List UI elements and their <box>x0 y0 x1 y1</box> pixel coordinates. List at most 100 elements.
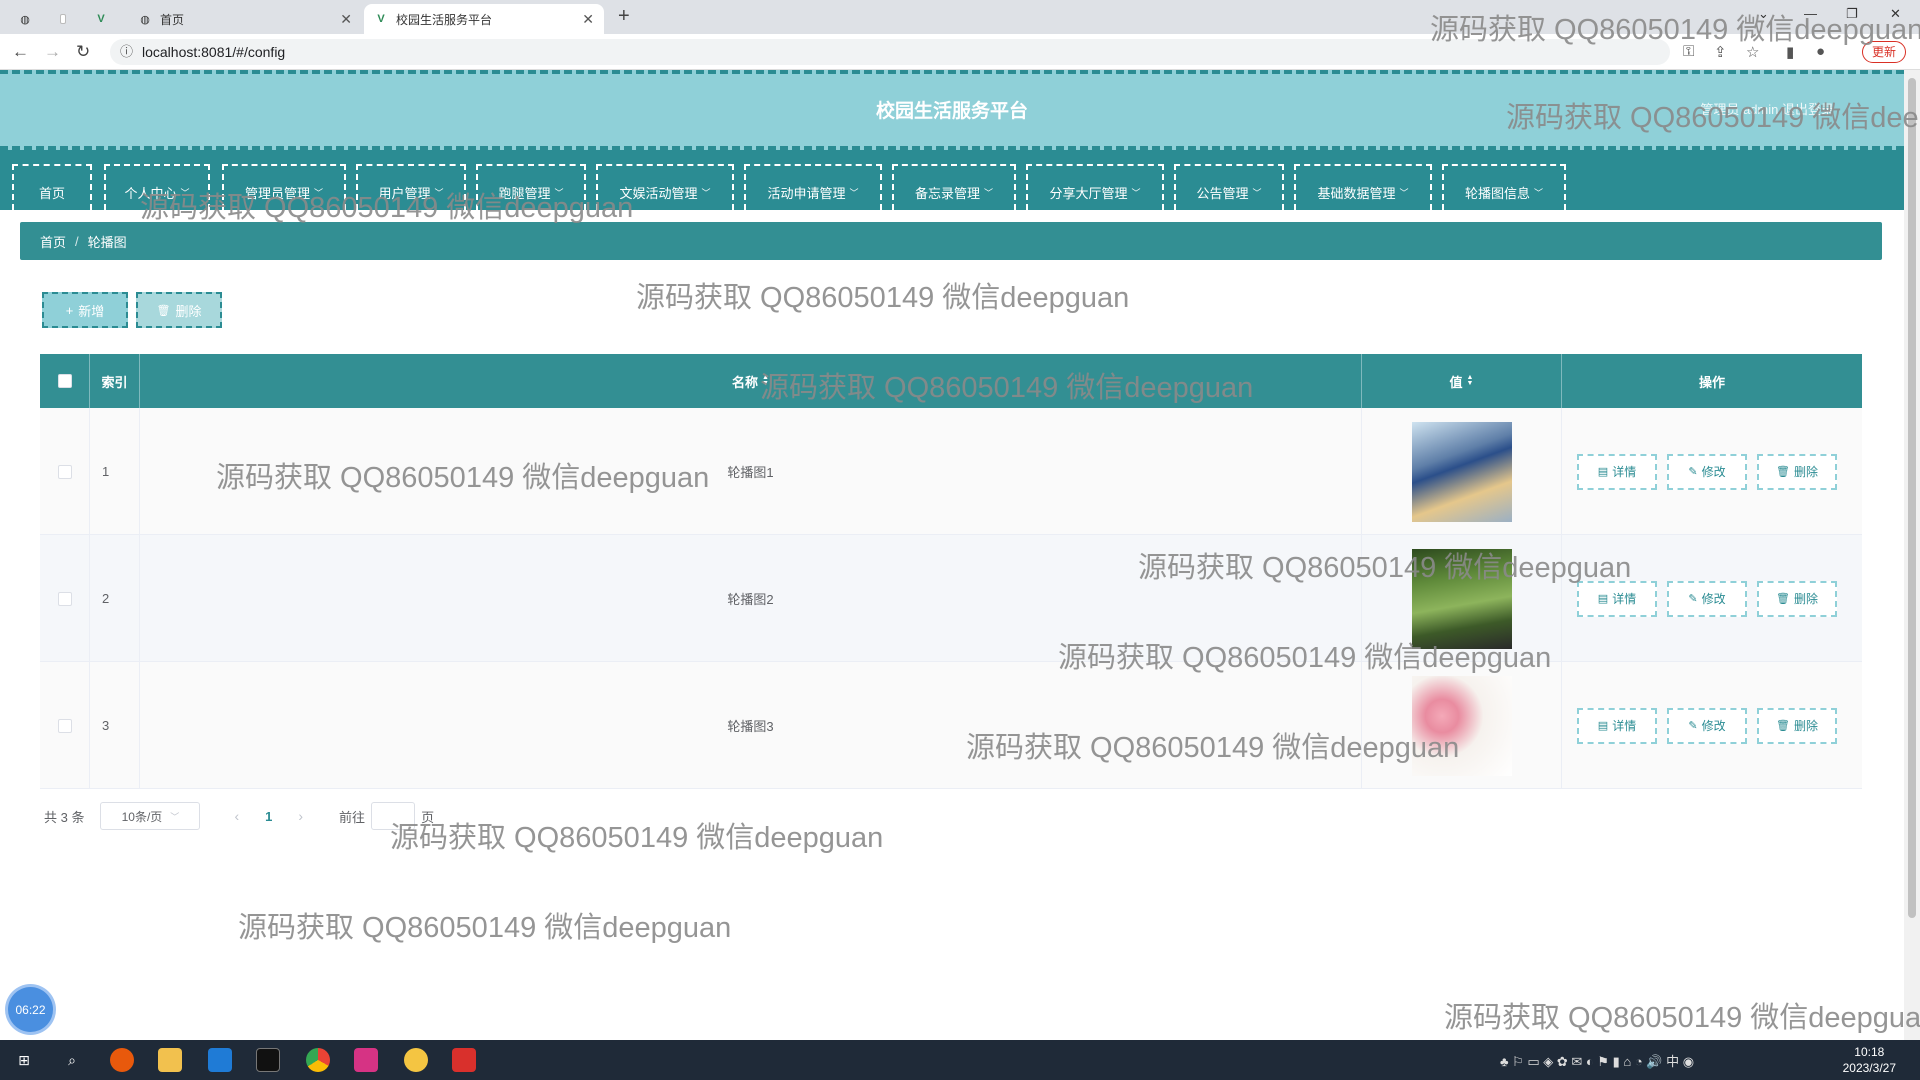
info-icon[interactable]: ⓘ <box>120 39 133 65</box>
menu-item-errands[interactable]: 跑腿管理 ﹀ <box>476 164 586 210</box>
add-button[interactable]: + 新增 <box>42 292 128 328</box>
chrome-icon[interactable] <box>306 1048 330 1072</box>
header-value[interactable]: 值 ▲ ▼ <box>1362 354 1562 408</box>
plus-icon: + <box>65 302 74 318</box>
windows-start-icon[interactable]: ⊞ <box>12 1048 36 1072</box>
app-icon[interactable] <box>404 1048 428 1072</box>
edit-button[interactable]: ✎ 修改 <box>1667 453 1747 490</box>
row-checkbox[interactable] <box>57 591 72 606</box>
update-button[interactable]: 更新 <box>1861 41 1906 63</box>
row-actions: ▤ 详情 ✎ 修改 🗑 删除 <box>1562 662 1862 789</box>
close-window-icon[interactable]: ✕ <box>1890 6 1901 22</box>
browser-tab-active[interactable]: V 校园生活服务平台 ✕ <box>364 4 604 34</box>
row-select-cell <box>40 535 90 662</box>
back-icon[interactable]: ← <box>12 42 29 62</box>
row-checkbox[interactable] <box>57 718 72 733</box>
row-index: 1 <box>90 408 140 535</box>
detail-button[interactable]: ▤ 详情 <box>1577 453 1657 490</box>
vue-icon: V <box>377 13 385 25</box>
reload-icon[interactable]: ↻ <box>76 42 90 62</box>
menu-item-entertainment[interactable]: 文娱活动管理 ﹀ <box>596 164 734 210</box>
menu-item-notice[interactable]: 公告管理 ﹀ <box>1174 164 1284 210</box>
new-tab-button[interactable]: + <box>618 5 630 28</box>
browser-tab[interactable] <box>50 4 84 34</box>
row-actions: ▤ 详情 ✎ 修改 🗑 删除 <box>1562 408 1862 535</box>
menu-item-carousel[interactable]: 轮播图信息 ﹀ <box>1442 164 1566 210</box>
page-number-current[interactable]: 1 <box>265 809 272 824</box>
pagination: 共 3 条 10条/页 ﹀ ‹ 1 › 前往 页 <box>44 802 434 830</box>
system-tray-icons[interactable]: ♣ ⚐ ▭ ◈ ✿ ✉ ◐ ⚑ ▮ ⌂ ◔ 🔊 中 ◉ <box>1500 1051 1694 1070</box>
key-icon[interactable]: ⚿ <box>1683 43 1694 60</box>
delete-button[interactable]: 🗑 删除 <box>1757 453 1837 490</box>
carousel-thumbnail-park[interactable] <box>1411 548 1512 649</box>
table-row: 1 轮播图1 ▤ 详情 ✎ 修改 🗑 删除 <box>40 408 1862 535</box>
header-name[interactable]: 名称 ▲ ▼ <box>140 354 1362 408</box>
page-scrollbar[interactable] <box>1904 70 1920 1040</box>
minimize-icon[interactable]: — <box>1804 6 1817 21</box>
browser-tab[interactable]: ◍ <box>12 4 46 34</box>
sort-icon[interactable]: ▲ ▼ <box>1467 374 1474 387</box>
globe-icon: ◍ <box>20 13 30 26</box>
header-user-info[interactable]: 管理员 admin 退出登录 <box>1700 99 1834 118</box>
prev-page-icon[interactable]: ‹ <box>234 808 239 824</box>
table-row: 2 轮播图2 ▤ 详情 ✎ 修改 🗑 删除 <box>40 535 1862 662</box>
sidepanel-icon[interactable]: ▮ <box>1786 43 1794 61</box>
row-checkbox[interactable] <box>57 464 72 479</box>
firefox-icon[interactable] <box>110 1048 134 1072</box>
chevron-down-icon: ﹀ <box>1131 187 1141 198</box>
vue-icon: V <box>97 13 105 25</box>
forward-icon[interactable]: → <box>44 42 61 62</box>
intellij-icon[interactable] <box>354 1048 378 1072</box>
address-bar[interactable]: ⓘ localhost:8081/#/config <box>110 39 1670 65</box>
menu-item-admin[interactable]: 管理员管理 ﹀ <box>222 164 346 210</box>
pencil-icon: ✎ <box>1688 593 1698 605</box>
page-suffix: 页 <box>421 809 435 825</box>
detail-button[interactable]: ▤ 详情 <box>1577 707 1657 744</box>
menu-item-base-data[interactable]: 基础数据管理 ﹀ <box>1294 164 1432 210</box>
wps-icon[interactable] <box>452 1048 476 1072</box>
browser-tab-home[interactable]: ◍ 首页 ✕ <box>128 4 362 34</box>
browser-tab-bar: ◍ V ◍ 首页 ✕ V 校园生活服务平台 ✕ + ⌄ — ❐ ✕ <box>0 0 1920 34</box>
star-icon[interactable]: ☆ <box>1746 43 1759 61</box>
taskbar-clock[interactable]: 10:18 2023/3/27 <box>1843 1044 1896 1076</box>
recording-clock-badge[interactable]: 06:22 <box>8 987 53 1032</box>
file-explorer-icon[interactable] <box>158 1048 182 1072</box>
terminal-icon[interactable] <box>256 1048 280 1072</box>
scrollbar-thumb[interactable] <box>1908 78 1916 918</box>
menu-item-personal-center[interactable]: 个人中心 ﹀ <box>104 164 210 210</box>
breadcrumb-current: 轮播图 <box>87 234 127 250</box>
vscode-icon[interactable] <box>208 1048 232 1072</box>
edit-button[interactable]: ✎ 修改 <box>1667 580 1747 617</box>
detail-button[interactable]: ▤ 详情 <box>1577 580 1657 617</box>
goto-page-input[interactable] <box>371 802 416 830</box>
carousel-thumbnail-flower[interactable] <box>1411 675 1512 776</box>
next-page-icon[interactable]: › <box>298 808 303 824</box>
breadcrumb-home[interactable]: 首页 <box>40 232 66 251</box>
page-size-select[interactable]: 10条/页 ﹀ <box>100 802 201 830</box>
pencil-icon: ✎ <box>1688 466 1698 478</box>
menu-item-memo[interactable]: 备忘录管理 ﹀ <box>892 164 1016 210</box>
menu-item-users[interactable]: 用户管理 ﹀ <box>356 164 466 210</box>
delete-button[interactable]: 🗑 删除 <box>1757 707 1837 744</box>
carousel-thumbnail-sailboat[interactable] <box>1411 421 1512 522</box>
select-all-checkbox[interactable] <box>57 374 72 388</box>
sort-icon[interactable]: ▲ ▼ <box>762 374 769 387</box>
tab-search-icon[interactable]: ⌄ <box>1758 6 1769 22</box>
close-icon[interactable]: ✕ <box>340 11 352 28</box>
delete-button[interactable]: 🗑 删除 <box>1757 580 1837 617</box>
breadcrumb-separator: / <box>75 233 79 249</box>
search-icon[interactable]: ⌕ <box>60 1048 84 1072</box>
trash-icon: 🗑 <box>1776 593 1790 605</box>
browser-toolbar: ← → ↻ ⓘ localhost:8081/#/config ⚿ ⇪ ☆ ▮ … <box>0 34 1920 70</box>
menu-item-activity-apply[interactable]: 活动申请管理 ﹀ <box>744 164 882 210</box>
browser-tab[interactable]: V <box>88 4 122 34</box>
menu-item-share-hall[interactable]: 分享大厅管理 ﹀ <box>1026 164 1164 210</box>
row-actions: ▤ 详情 ✎ 修改 🗑 删除 <box>1562 535 1862 662</box>
profile-icon[interactable]: ● <box>1816 43 1825 60</box>
edit-button[interactable]: ✎ 修改 <box>1667 707 1747 744</box>
menu-item-home[interactable]: 首页 <box>12 164 92 210</box>
restore-icon[interactable]: ❐ <box>1846 6 1858 22</box>
close-icon[interactable]: ✕ <box>582 11 594 28</box>
share-icon[interactable]: ⇪ <box>1714 43 1727 61</box>
batch-delete-button[interactable]: 🗑 删除 <box>136 292 222 328</box>
